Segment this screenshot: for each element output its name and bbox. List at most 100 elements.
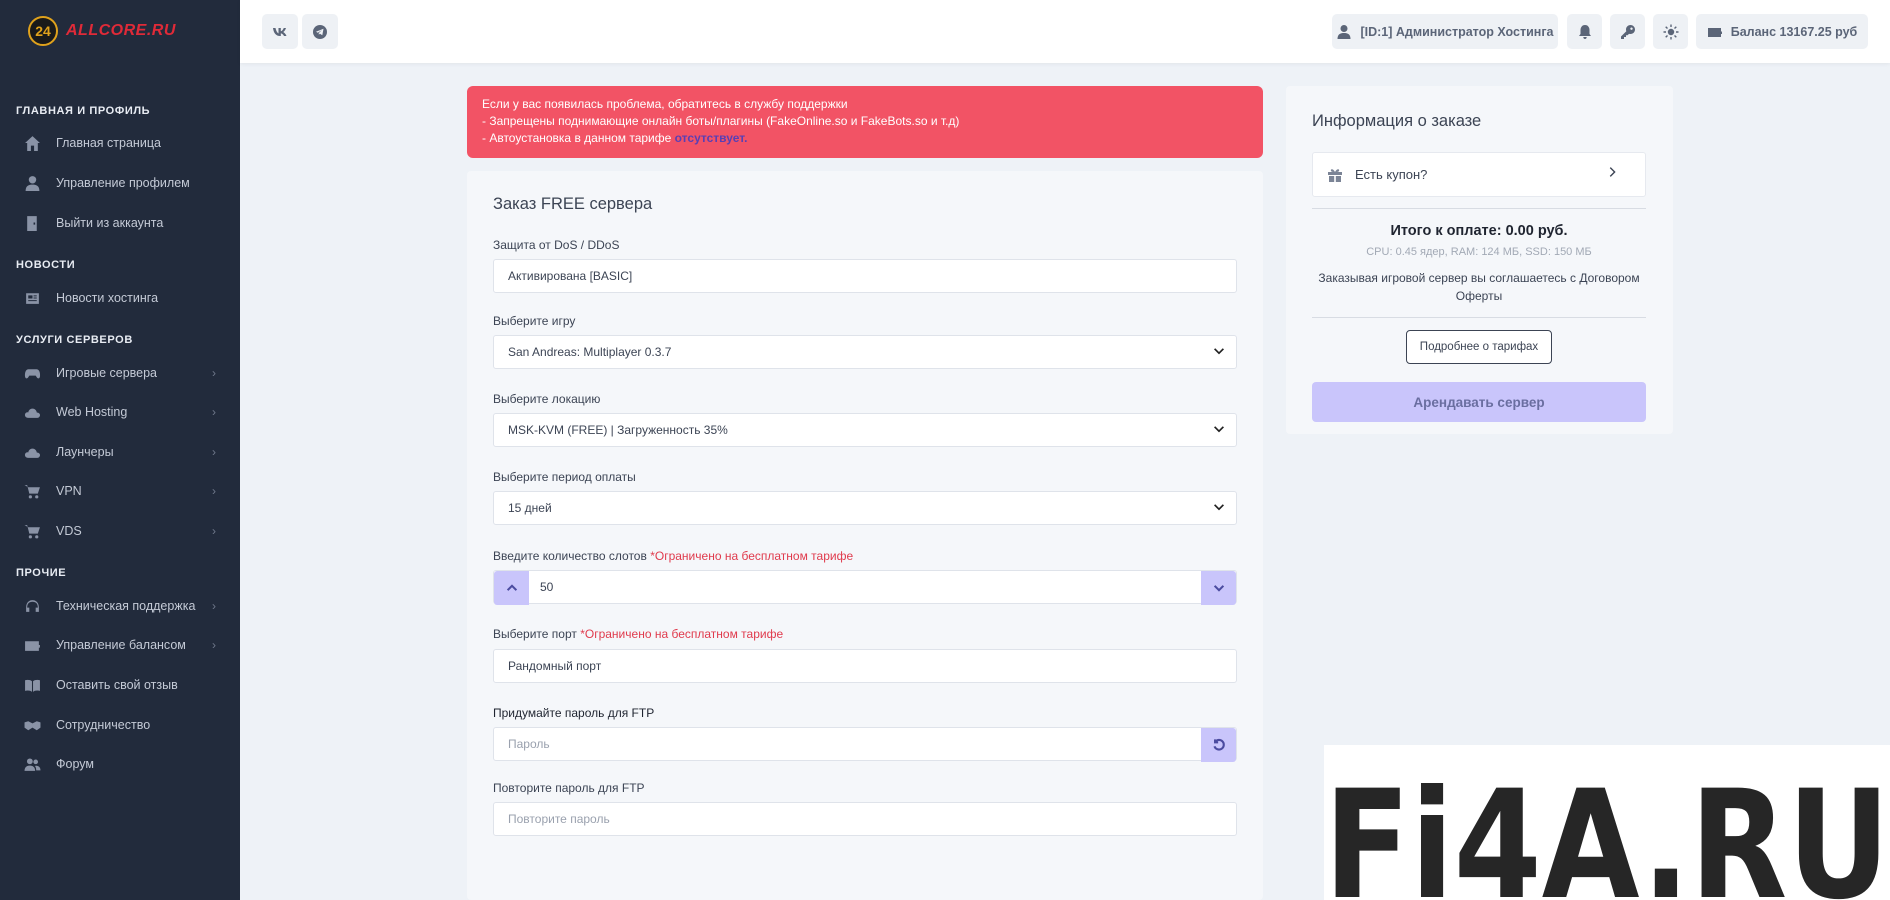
ftp-password-repeat-input[interactable]: Повторите пароль (493, 802, 1237, 836)
ddos-value: Активирована [BASIC] (508, 269, 633, 283)
slots-increase-button[interactable] (494, 571, 529, 605)
period-value: 15 дней (508, 501, 552, 515)
location-select[interactable]: MSK-KVM (FREE) | Загруженность 35% (493, 413, 1237, 447)
sidebar-item-home[interactable]: Главная страница (0, 125, 240, 161)
wallet-icon (22, 635, 42, 655)
sidebar-item-news[interactable]: Новости хостинга (0, 280, 240, 316)
sidebar-item-label: Лаунчеры (56, 445, 114, 459)
sidebar-item-balance[interactable]: Управление балансом › (0, 627, 240, 663)
divider (1312, 317, 1646, 318)
sidebar-item-support[interactable]: Техническая поддержка › (0, 588, 240, 624)
chevron-down-icon (1214, 348, 1224, 355)
sidebar-item-partnership[interactable]: Сотрудничество (0, 707, 240, 743)
headset-icon (22, 596, 42, 616)
sidebar-item-label: Управление балансом (56, 638, 186, 652)
ddos-label: Защита от DoS / DDoS (493, 238, 620, 252)
chevron-right-icon (1609, 167, 1616, 177)
coupon-toggle[interactable]: Есть купон? (1312, 152, 1646, 197)
sidebar-item-web-hosting[interactable]: Web Hosting › (0, 394, 240, 430)
logo[interactable]: 24 ALLCORE.RU (28, 16, 176, 46)
location-value: MSK-KVM (FREE) | Загруженность 35% (508, 423, 728, 437)
nav-section-news: НОВОСТИ (16, 259, 76, 271)
slots-stepper[interactable]: 50 (493, 570, 1237, 605)
sidebar-item-label: Техническая поддержка (56, 599, 196, 613)
game-label: Выберите игру (493, 314, 576, 328)
key-button[interactable] (1610, 14, 1645, 49)
alert-highlight: отсутствует. (674, 131, 748, 145)
sidebar-item-label: Форум (56, 757, 94, 771)
nav-section-services: УСЛУГИ СЕРВЕРОВ (16, 334, 133, 346)
balance-label: Баланс 13167.25 руб (1730, 24, 1858, 39)
logo-text: ALLCORE.RU (66, 22, 176, 39)
game-select[interactable]: San Andreas: Multiplayer 0.3.7 (493, 335, 1237, 369)
user-menu-button[interactable]: [ID:1] Администратор Хостинга (1332, 14, 1558, 49)
sidebar: 24 ALLCORE.RU ГЛАВНАЯ И ПРОФИЛЬ Главная … (0, 0, 240, 900)
sidebar-item-profile[interactable]: Управление профилем (0, 165, 240, 201)
period-select[interactable]: 15 дней (493, 491, 1237, 525)
sidebar-item-label: Выйти из аккаунта (56, 216, 164, 230)
sidebar-item-vpn[interactable]: VPN › (0, 473, 240, 509)
balance-button[interactable]: Баланс 13167.25 руб (1696, 14, 1868, 49)
required-marker: *Ограничено на бесплатном тарифе (650, 549, 854, 563)
sidebar-item-vds[interactable]: VDS › (0, 513, 240, 549)
required-marker: *Ограничено на бесплатном тарифе (580, 627, 784, 641)
refresh-icon (1212, 738, 1225, 751)
sidebar-item-label: Сотрудничество (56, 718, 151, 732)
order-form-card: Заказ FREE сервера Защита от DoS / DDoS … (467, 171, 1263, 900)
agreement-line: Заказывая игровой сервер вы соглашаетесь… (1318, 271, 1640, 285)
sun-icon (1663, 24, 1678, 39)
notifications-button[interactable] (1567, 14, 1602, 49)
cart-icon (22, 481, 42, 501)
sidebar-item-label: Новости хостинга (56, 291, 159, 305)
cart-icon (22, 521, 42, 541)
order-info-panel: Информация о заказе Есть купон? Итого к … (1286, 86, 1673, 434)
user-icon (1337, 24, 1351, 39)
sidebar-item-logout[interactable]: Выйти из аккаунта (0, 205, 240, 241)
port-label: Выберите порт *Ограничено на бесплатном … (493, 627, 783, 641)
slots-label: Введите количество слотов *Ограничено на… (493, 549, 853, 563)
sidebar-item-review[interactable]: Оставить свой отзыв (0, 667, 240, 703)
chevron-right-icon: › (212, 405, 216, 419)
agreement-line: Оферты (1455, 289, 1503, 303)
sidebar-item-label: Управление профилем (56, 176, 190, 190)
tariffs-details-button[interactable]: Подробнее о тарифах (1406, 330, 1552, 364)
telegram-button[interactable] (302, 14, 338, 49)
cloud-icon (22, 402, 42, 422)
order-specs: CPU: 0.45 ядер, RAM: 124 МБ, SSD: 150 МБ (1366, 246, 1592, 258)
generate-password-button[interactable] (1201, 728, 1236, 762)
user-label: [ID:1] Администратор Хостинга (1360, 24, 1554, 39)
sidebar-item-label: VPN (56, 484, 82, 498)
chevron-up-icon (506, 584, 517, 591)
slots-label-text: Введите количество слотов (493, 549, 651, 563)
svg-text:Fi4A.RU: Fi4A.RU (1324, 759, 1890, 900)
sidebar-item-forum[interactable]: Форум (0, 746, 240, 782)
nav-section-other: ПРОЧИЕ (16, 567, 67, 579)
chevron-right-icon: › (212, 599, 216, 613)
sidebar-item-launchers[interactable]: Лаунчеры › (0, 434, 240, 470)
sidebar-item-game-servers[interactable]: Игровые сервера › (0, 355, 240, 391)
book-icon (22, 675, 42, 695)
user-icon (22, 173, 42, 193)
chevron-right-icon: › (212, 524, 216, 538)
slots-decrease-button[interactable] (1201, 571, 1236, 605)
rent-server-button[interactable]: Арендавать сервер (1312, 382, 1646, 422)
port-field[interactable]: Рандомный порт (493, 649, 1237, 683)
chevron-right-icon: › (212, 484, 216, 498)
home-icon (22, 133, 42, 153)
sidebar-item-label: Web Hosting (56, 405, 128, 419)
coupon-label: Есть купон? (1355, 167, 1428, 182)
theme-toggle-button[interactable] (1653, 14, 1688, 49)
cloud-icon (22, 442, 42, 462)
vk-button[interactable] (262, 14, 298, 49)
gift-icon (1328, 168, 1342, 182)
watermark-logo-graphic: Fi4A.RU (1324, 759, 1890, 900)
sidebar-item-label: Оставить свой отзыв (56, 678, 178, 692)
telegram-icon (313, 24, 327, 39)
alert-line: Если у вас появилась проблема, обратитес… (482, 97, 848, 111)
game-value: San Andreas: Multiplayer 0.3.7 (508, 345, 672, 359)
sidebar-item-label: Главная страница (56, 136, 161, 150)
port-value: Рандомный порт (508, 659, 602, 673)
form-title: Заказ FREE сервера (493, 195, 653, 213)
period-label: Выберите период оплаты (493, 470, 636, 484)
ftp-password-input[interactable]: Пароль (493, 727, 1237, 762)
